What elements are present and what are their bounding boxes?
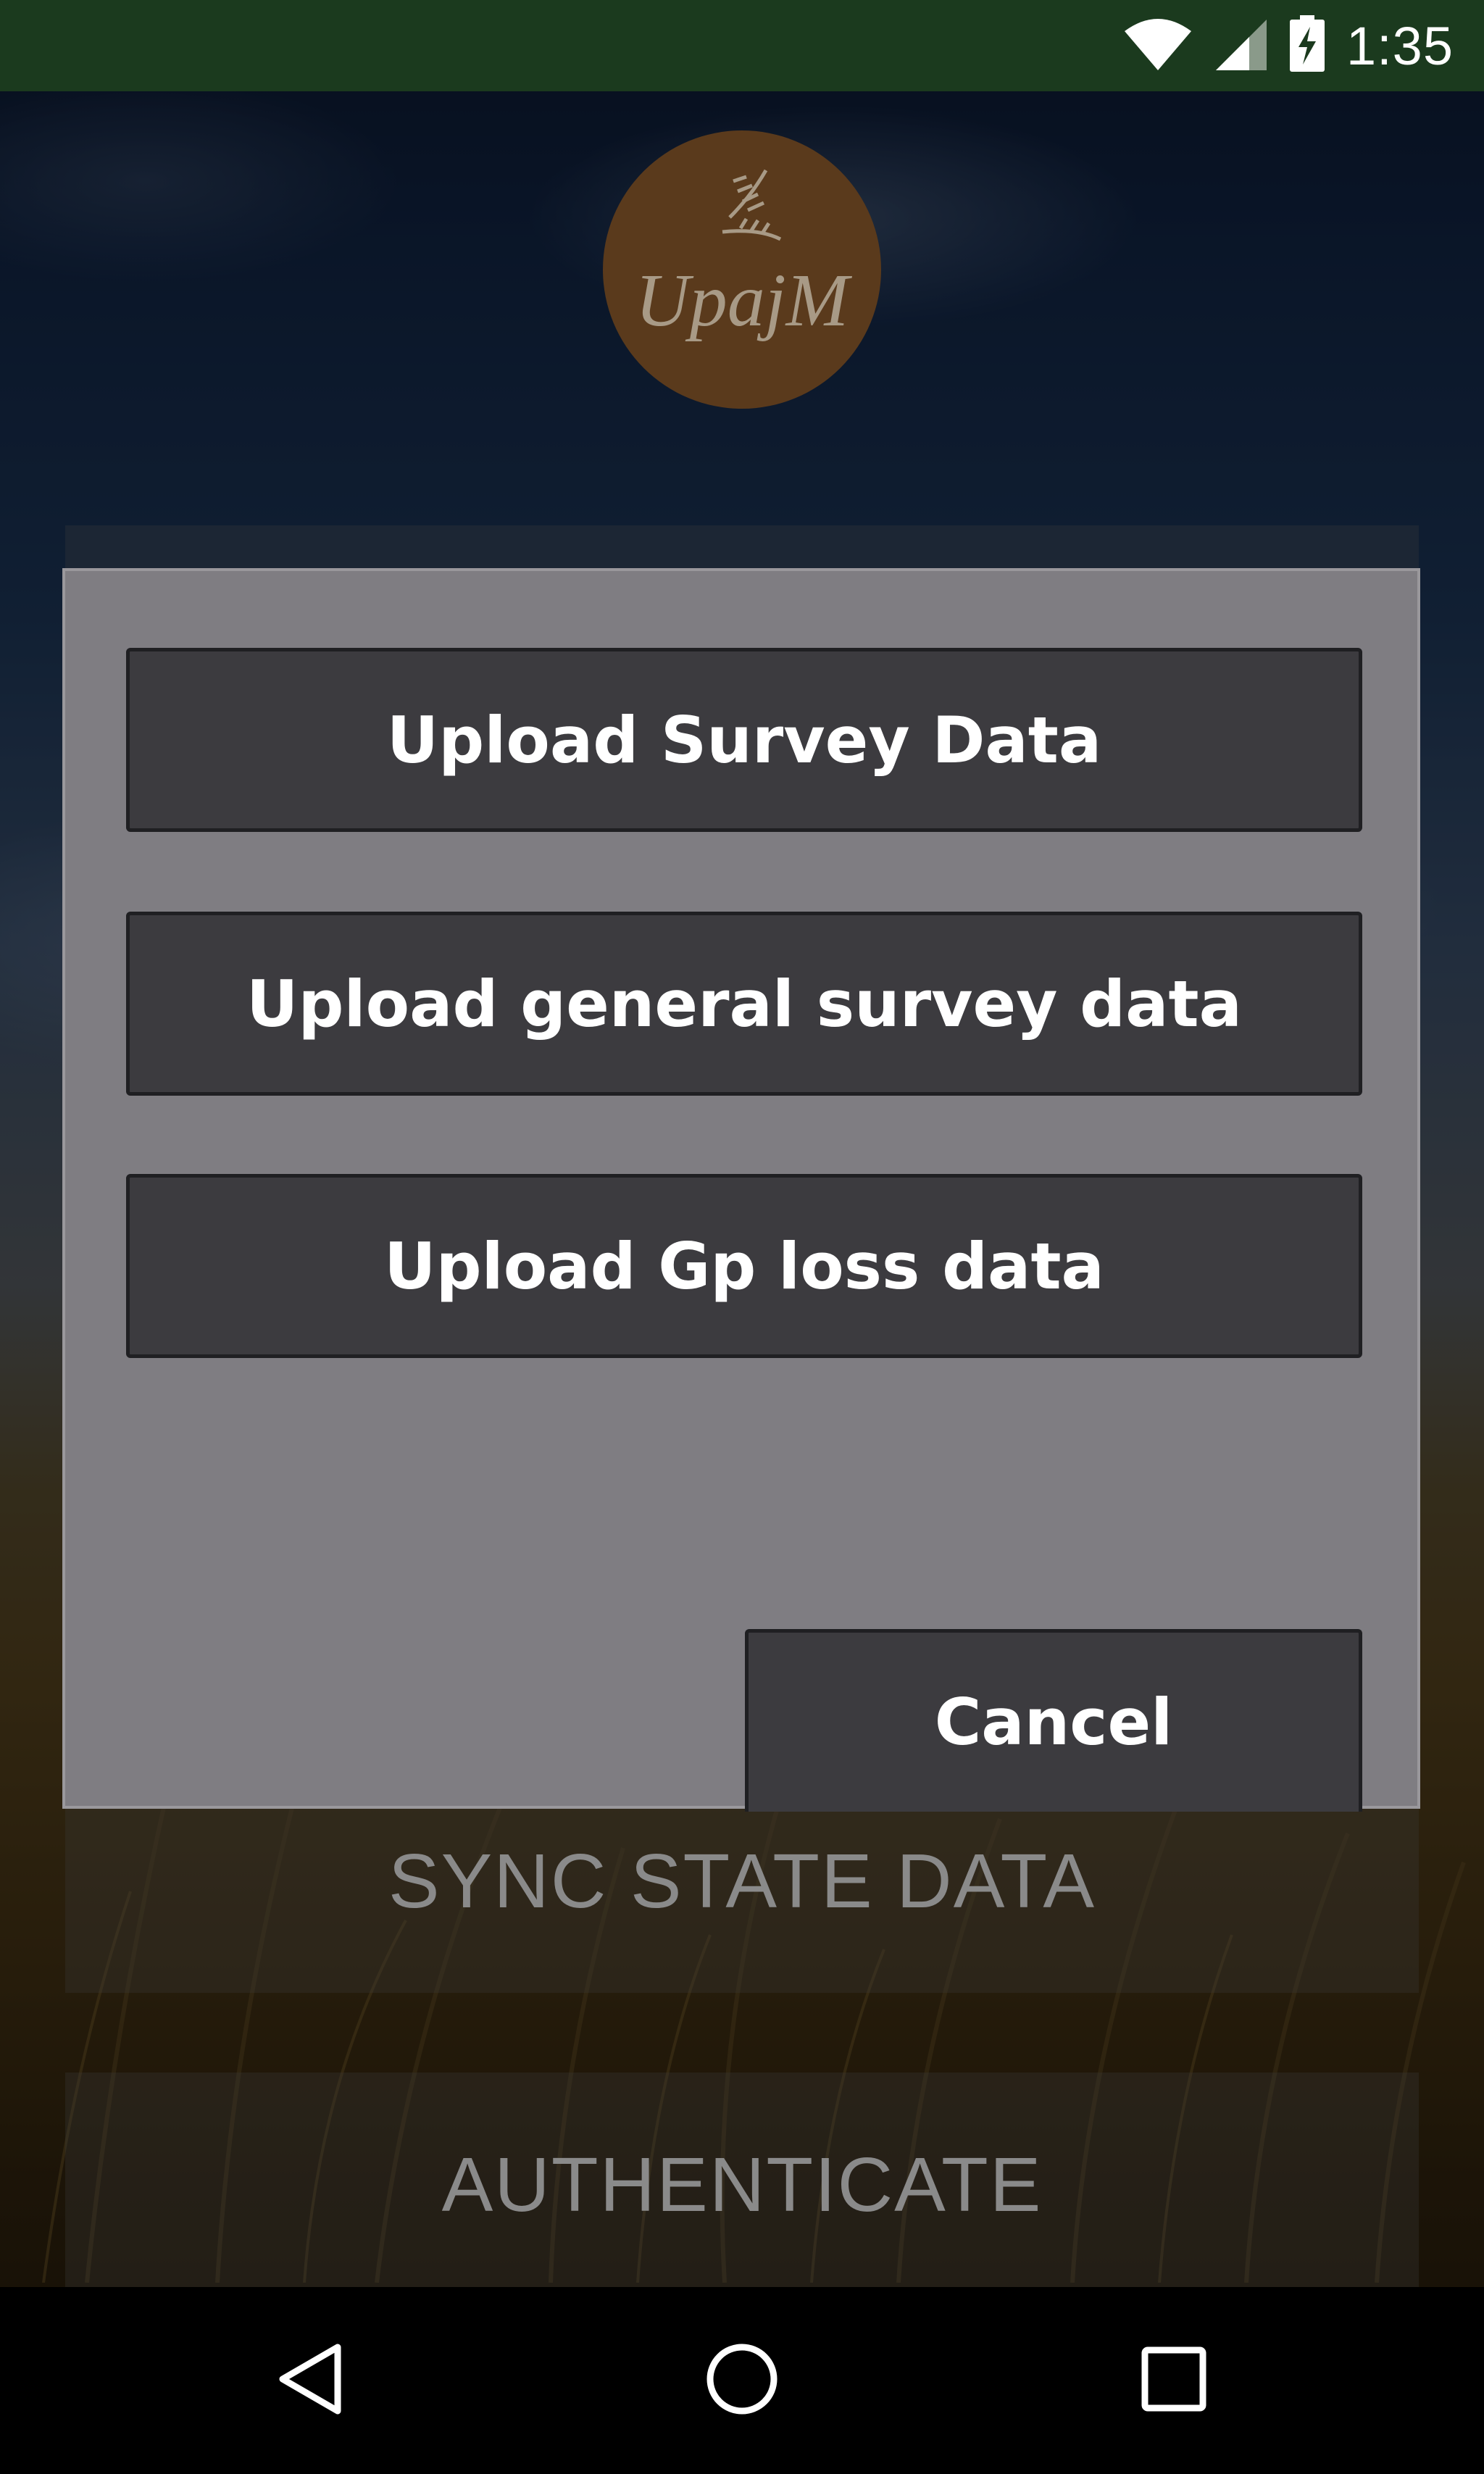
status-icons: 1:35: [1123, 0, 1454, 91]
upload-survey-data-button[interactable]: Upload Survey Data: [126, 648, 1362, 832]
app-logo: UpajM: [603, 130, 881, 409]
sync-state-data-label: SYNC STATE DATA: [388, 1838, 1096, 1924]
navigation-bar: [0, 2287, 1484, 2474]
back-button[interactable]: [238, 2287, 383, 2474]
screen: 1:35 UpajM SYNC STATE DATA AUTHENTICATE …: [0, 0, 1484, 2474]
logo-text: UpajM: [635, 259, 849, 342]
upload-dialog: Upload Survey Data Upload general survey…: [62, 568, 1420, 1812]
upload-general-survey-data-button[interactable]: Upload general survey data: [126, 912, 1362, 1096]
status-bar: 1:35: [0, 0, 1484, 91]
status-time: 1:35: [1346, 15, 1454, 76]
home-button[interactable]: [670, 2287, 814, 2474]
back-icon: [274, 2341, 346, 2420]
authenticate-button[interactable]: AUTHENTICATE: [65, 2073, 1419, 2287]
cancel-button[interactable]: Cancel: [745, 1629, 1362, 1812]
authenticate-label: AUTHENTICATE: [441, 2142, 1043, 2228]
battery-charging-icon: [1288, 14, 1326, 77]
sync-state-data-button[interactable]: SYNC STATE DATA: [65, 1809, 1419, 1993]
recents-button[interactable]: [1101, 2287, 1246, 2474]
wifi-icon: [1123, 17, 1193, 75]
home-icon: [704, 2341, 780, 2420]
upload-gp-loss-data-button[interactable]: Upload Gp loss data: [126, 1174, 1362, 1358]
cell-signal-icon: [1213, 17, 1268, 75]
recents-icon: [1141, 2346, 1207, 2416]
